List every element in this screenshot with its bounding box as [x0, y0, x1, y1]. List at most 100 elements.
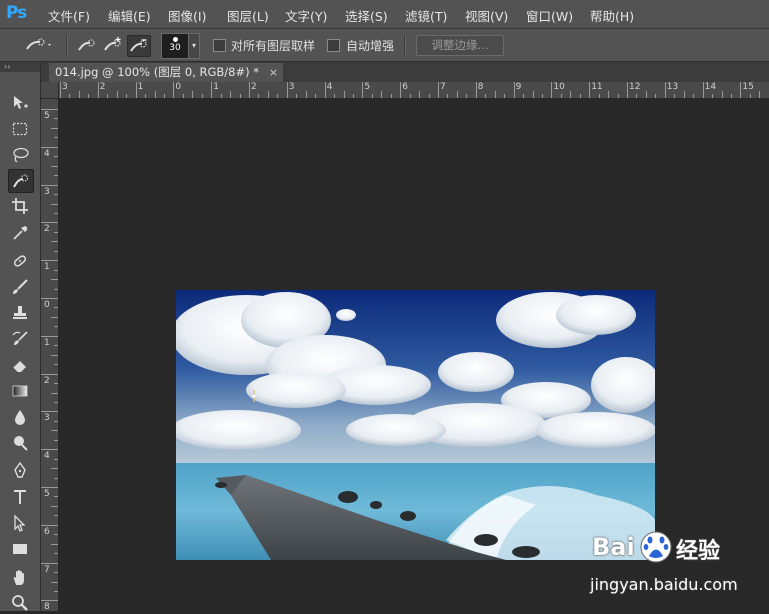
menu-window[interactable]: 窗口(W) — [526, 6, 573, 25]
ruler-major-tick — [551, 82, 553, 98]
ruler-minor-tick — [598, 94, 600, 98]
ruler-minor-tick — [409, 94, 411, 98]
seascape-photo — [176, 290, 655, 560]
refine-edge-button[interactable]: 调整边缘... — [416, 35, 504, 56]
ruler-label: 1 — [213, 82, 219, 92]
ruler-minor-tick — [296, 94, 298, 98]
quick-selection-tool[interactable] — [8, 169, 34, 193]
menu-edit[interactable]: 编辑(E) — [108, 6, 151, 25]
ruler-minor-tick — [381, 91, 383, 98]
pen-tool[interactable] — [8, 460, 32, 482]
ruler-label: 3 — [44, 186, 50, 197]
ruler-label: 11 — [591, 82, 603, 92]
gradient-tool[interactable] — [8, 380, 32, 402]
toolbox: ›› — [0, 62, 41, 611]
ruler-minor-tick — [352, 94, 354, 98]
ruler-minor-tick — [683, 91, 685, 98]
menu-layer[interactable]: 图层(L) — [227, 6, 269, 25]
ruler-label: 7 — [44, 564, 50, 575]
ruler-minor-tick — [674, 94, 676, 98]
history-brush-tool[interactable] — [8, 328, 32, 350]
document-image[interactable] — [176, 290, 655, 560]
brush-picker-dropdown[interactable]: ▾ — [188, 33, 200, 59]
blur-tool[interactable] — [8, 406, 32, 428]
tool-preset-picker[interactable] — [22, 35, 56, 55]
toolbox-collapse[interactable]: ›› — [0, 62, 40, 72]
type-tool[interactable] — [8, 486, 32, 508]
menu-filter[interactable]: 滤镜(T) — [405, 6, 447, 25]
ruler-minor-tick — [116, 91, 118, 98]
ruler-minor-tick — [523, 94, 525, 98]
ruler-minor-tick — [163, 94, 165, 98]
crop-tool[interactable] — [8, 195, 32, 217]
ruler-minor-tick — [730, 94, 732, 98]
brush-tool[interactable] — [8, 276, 32, 298]
auto-enhance-label: 自动增强 — [346, 39, 395, 53]
hand-tool[interactable] — [8, 567, 32, 589]
ruler-label: 13 — [666, 82, 679, 92]
ruler-label: 2 — [99, 82, 106, 92]
ruler-minor-tick — [51, 203, 58, 205]
clone-stamp-tool-icon — [13, 306, 27, 319]
menu-view[interactable]: 视图(V) — [465, 6, 508, 25]
ruler-major-tick — [702, 82, 704, 98]
history-brush-tool-icon — [12, 331, 28, 345]
hand-tool-icon — [13, 570, 24, 585]
quick-selection-tool-icon — [13, 174, 29, 188]
ruler-major-tick — [97, 82, 99, 98]
subtract-from-selection-button[interactable] — [127, 35, 151, 57]
ruler-major-tick — [664, 82, 666, 98]
lasso-tool-icon — [13, 147, 29, 163]
brush-tool-icon — [13, 279, 28, 294]
path-selection-tool[interactable] — [8, 512, 32, 534]
move-tool[interactable] — [8, 92, 32, 114]
ruler-minor-tick — [277, 94, 279, 98]
brush-size-picker[interactable]: 30 — [161, 33, 189, 59]
eraser-tool[interactable] — [8, 354, 32, 376]
ruler-major-tick — [41, 335, 58, 337]
sample-all-layers-label: 对所有图层取样 — [231, 39, 316, 53]
menu-type[interactable]: 文字(Y) — [285, 6, 327, 25]
ruler-major-tick — [286, 82, 288, 98]
healing-brush-tool[interactable] — [8, 250, 32, 272]
type-tool-icon — [14, 490, 26, 504]
ruler-minor-tick — [51, 468, 58, 470]
ruler-major-tick — [249, 82, 250, 98]
ruler-minor-tick — [305, 91, 307, 98]
path-selection-tool-icon — [14, 514, 26, 532]
dodge-tool-icon — [14, 436, 28, 451]
horizontal-ruler[interactable]: 3 2 1 0 1 2 3 4 5 6 7 8 9 10 11 12 13 14 15 — [58, 82, 769, 99]
pen-tool-icon — [14, 462, 26, 478]
ruler-minor-tick — [504, 94, 506, 98]
ruler-major-tick — [438, 82, 439, 98]
vertical-ruler[interactable]: 54321012345678 — [41, 82, 59, 612]
ruler-label: 3 — [44, 413, 50, 424]
menu-select[interactable]: 选择(S) — [345, 6, 388, 25]
add-to-selection-button[interactable] — [102, 35, 124, 55]
ruler-minor-tick — [645, 91, 647, 98]
menu-image[interactable]: 图像(I) — [168, 6, 206, 25]
ruler-origin[interactable] — [41, 82, 59, 99]
gradient-tool-icon — [12, 385, 28, 397]
eyedropper-tool[interactable] — [8, 222, 32, 244]
ruler-minor-tick — [88, 94, 90, 98]
document-tab[interactable]: 014.jpg @ 100% (图层 0, RGB/8#) * × — [49, 63, 284, 82]
ruler-minor-tick — [390, 94, 392, 98]
dodge-tool[interactable] — [8, 432, 32, 454]
rectangle-tool[interactable] — [8, 538, 32, 560]
new-selection-button[interactable] — [76, 35, 98, 55]
close-tab-icon[interactable]: × — [269, 63, 278, 82]
ruler-minor-tick — [51, 241, 58, 243]
lasso-tool[interactable] — [8, 144, 32, 166]
ruler-major-tick — [589, 82, 591, 98]
ruler-major-tick — [400, 82, 402, 98]
clone-stamp-tool[interactable] — [8, 302, 32, 324]
ruler-major-tick — [211, 82, 213, 98]
ruler-label: 1 — [44, 262, 50, 273]
auto-enhance-checkbox[interactable] — [327, 39, 340, 52]
ruler-major-tick — [41, 411, 58, 413]
marquee-tool[interactable] — [8, 118, 32, 140]
sample-all-layers-checkbox[interactable] — [213, 39, 226, 52]
menu-file[interactable]: 文件(F) — [48, 6, 90, 25]
menu-help[interactable]: 帮助(H) — [590, 6, 634, 25]
